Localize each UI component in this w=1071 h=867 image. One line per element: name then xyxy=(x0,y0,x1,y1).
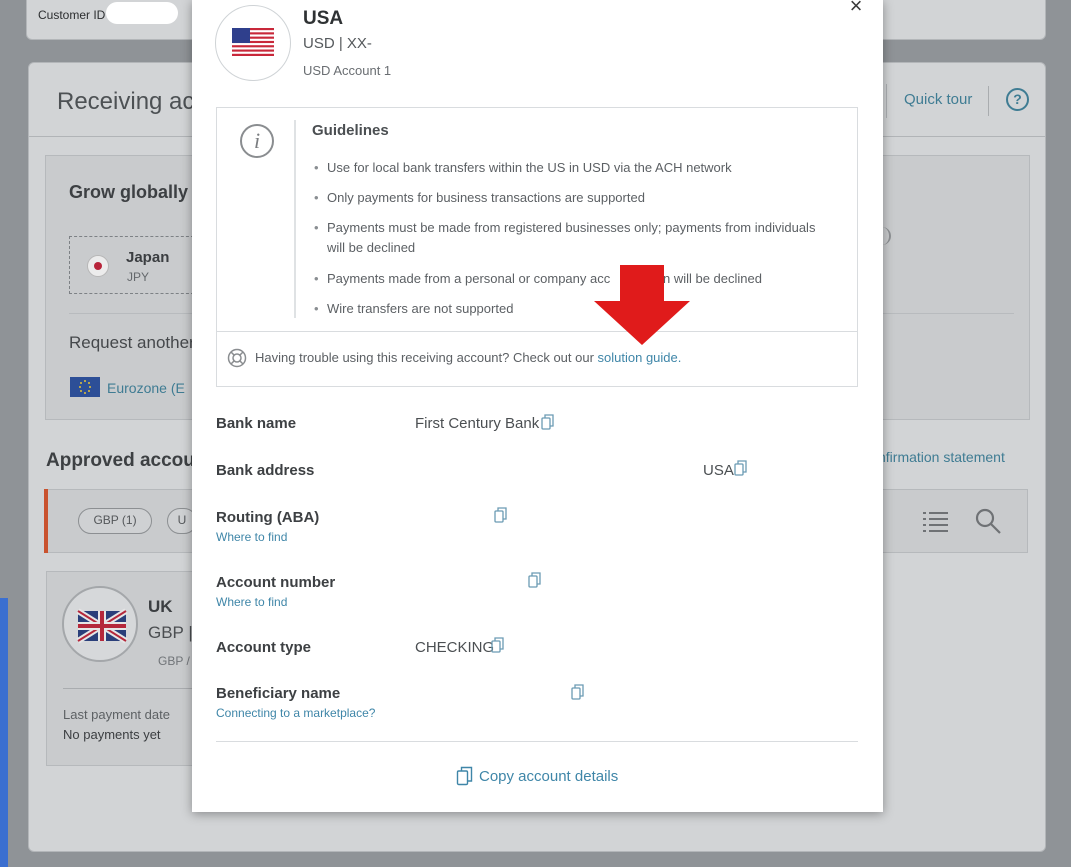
trouble-text: Having trouble using this receiving acco… xyxy=(255,350,681,365)
copy-icon[interactable] xyxy=(528,572,542,588)
routing-where-to-find-link[interactable]: Where to find xyxy=(216,530,287,544)
currency-option-code: JPY xyxy=(127,270,150,284)
customer-id-redaction xyxy=(106,2,178,24)
header-divider xyxy=(886,84,887,118)
guideline-item: Use for local bank transfers within the … xyxy=(312,158,837,178)
account-number-where-to-find-link[interactable]: Where to find xyxy=(216,595,287,609)
copy-icon[interactable] xyxy=(491,637,505,653)
help-icon[interactable]: ? xyxy=(1006,88,1029,111)
currency-option-name: Japan xyxy=(126,249,170,266)
account-card-divider xyxy=(63,688,193,689)
trouble-text-body: Having trouble using this receiving acco… xyxy=(255,350,598,365)
quick-tour-link[interactable]: Quick tour xyxy=(904,91,972,108)
copy-icon[interactable] xyxy=(541,414,555,430)
account-country: USA xyxy=(303,8,344,29)
last-payment-value: No payments yet xyxy=(63,727,161,742)
trouble-text-end: . xyxy=(677,350,682,365)
red-arrow-annotation xyxy=(594,265,690,345)
copy-icon[interactable] xyxy=(734,460,748,476)
customer-id-label: Customer ID xyxy=(38,8,106,22)
eu-flag-icon xyxy=(70,377,100,397)
guideline-item: Payments made from a personal or company… xyxy=(312,269,837,289)
bank-address-value: USA xyxy=(703,462,734,479)
account-card-subtitle: GBP / xyxy=(158,654,190,668)
copy-icon xyxy=(456,766,474,786)
side-edge-strip xyxy=(0,598,8,867)
bank-address-label: Bank address xyxy=(216,462,315,479)
us-flag-icon xyxy=(232,28,274,56)
modal-footer-divider xyxy=(216,741,858,742)
bank-name-value: First Century Bank xyxy=(415,415,540,432)
account-currency: USD | XX- xyxy=(303,35,372,52)
confirmation-statement-link[interactable]: nfirmation statement xyxy=(878,449,1005,465)
account-type-label: Account type xyxy=(216,639,312,656)
lifebuoy-icon xyxy=(227,348,247,368)
eurozone-link[interactable]: Eurozone (E xyxy=(107,380,185,396)
account-card-currency: GBP | xyxy=(148,623,193,642)
bank-name-label: Bank name xyxy=(216,415,297,432)
header-divider xyxy=(988,86,989,116)
copy-icon[interactable] xyxy=(494,507,508,523)
grow-globally-title: Grow globally – xyxy=(69,182,204,202)
uk-flag-icon xyxy=(62,586,138,662)
solution-guide-link[interactable]: solution guide xyxy=(598,350,678,365)
filter-bar-accent xyxy=(44,489,48,553)
account-card-country: UK xyxy=(148,597,173,616)
list-view-icon[interactable] xyxy=(920,509,950,533)
info-icon: i xyxy=(240,124,274,158)
japan-flag-icon xyxy=(87,255,109,277)
last-payment-label: Last payment date xyxy=(63,707,170,722)
routing-label: Routing (ABA) xyxy=(216,509,320,526)
account-type-value: CHECKING xyxy=(415,639,495,656)
account-name: USD Account 1 xyxy=(303,63,392,78)
close-icon[interactable]: × xyxy=(844,0,868,18)
guidelines-title: Guidelines xyxy=(312,122,389,139)
approved-accounts-title: Approved accour xyxy=(46,450,203,471)
copy-icon[interactable] xyxy=(571,684,585,700)
request-another-text: Request another xyxy=(69,333,195,352)
account-number-label: Account number xyxy=(216,574,336,591)
guidelines-divider xyxy=(294,120,296,318)
page-title: Receiving ac xyxy=(57,88,195,115)
copy-account-details-label: Copy account details xyxy=(479,767,619,785)
search-icon[interactable] xyxy=(974,507,1002,535)
filter-chip-gbp[interactable]: GBP (1) xyxy=(78,508,152,534)
copy-account-details-button[interactable]: Copy account details xyxy=(456,764,618,788)
guidelines-footer-divider xyxy=(216,331,858,332)
guideline-item: Payments must be made from registered bu… xyxy=(312,218,837,258)
guideline-item: Only payments for business transactions … xyxy=(312,188,837,208)
beneficiary-name-label: Beneficiary name xyxy=(216,685,341,702)
marketplace-link[interactable]: Connecting to a marketplace? xyxy=(216,706,375,720)
guideline-item: Wire transfers are not supported xyxy=(312,299,837,319)
